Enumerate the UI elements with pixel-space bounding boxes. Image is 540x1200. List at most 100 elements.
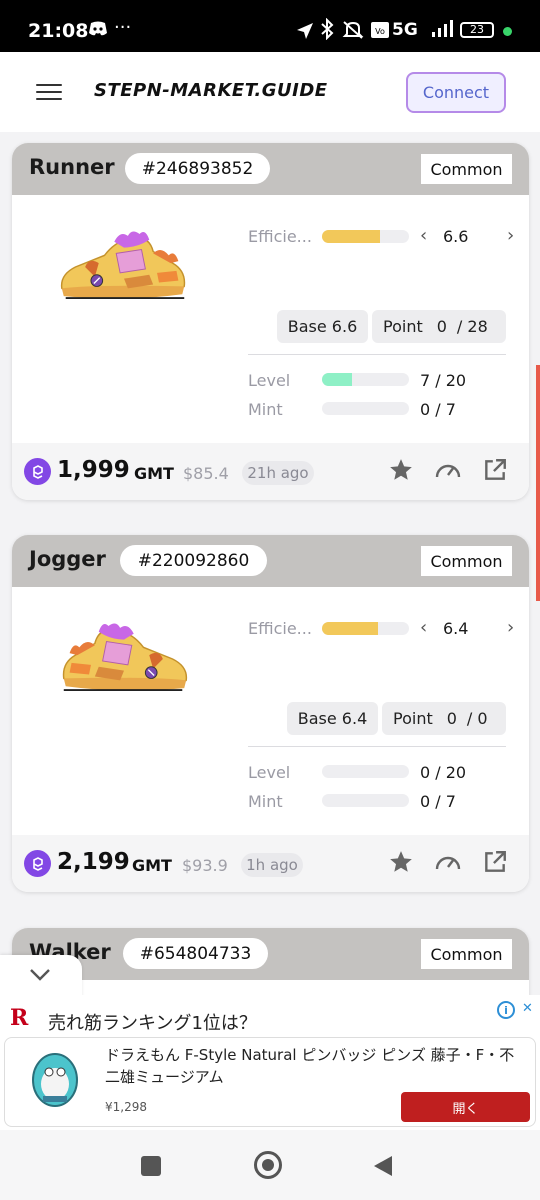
mint-value: 0 / 7 (420, 792, 456, 811)
prev-attribute-icon[interactable]: ‹ (420, 617, 427, 638)
network-label: 5G (392, 20, 418, 40)
point-label: Point (383, 317, 423, 336)
ad-price: ¥1,298 (105, 1100, 147, 1114)
level-value: 7 / 20 (420, 371, 467, 390)
level-label: Level (248, 371, 291, 390)
mint-bar (322, 402, 409, 415)
card-footer: 1,999 GMT $85.4 21h ago (12, 443, 529, 500)
rarity-badge: Common (421, 154, 512, 184)
rarity-badge: Common (421, 939, 512, 969)
level-bar (322, 765, 409, 778)
efficiency-label: Efficie... (248, 619, 312, 638)
external-link-icon[interactable] (482, 457, 508, 487)
status-dot-icon (503, 27, 512, 36)
product-image (32, 1053, 78, 1107)
price-unit: GMT (134, 464, 174, 483)
external-link-icon[interactable] (482, 849, 508, 879)
sneaker-type: Jogger (29, 547, 106, 571)
sneaker-id[interactable]: #654804733 (123, 938, 268, 969)
volte-icon: Vo (370, 21, 390, 43)
system-nav-bar (0, 1130, 540, 1200)
price-usd: $93.9 (182, 856, 228, 875)
base-chip: Base 6.4 (287, 702, 378, 735)
speedometer-icon[interactable] (434, 457, 462, 487)
sneaker-id[interactable]: #246893852 (125, 153, 270, 184)
polygon-icon (24, 458, 51, 485)
efficiency-bar-fill (322, 622, 378, 635)
efficiency-value: 6.6 (443, 227, 469, 246)
listed-ago: 21h ago (242, 461, 314, 485)
level-label: Level (248, 763, 291, 782)
polygon-icon (24, 850, 51, 877)
point-chip: Point 0 / 0 (382, 702, 506, 735)
connect-button[interactable]: Connect (406, 72, 506, 113)
next-attribute-icon[interactable]: › (507, 617, 514, 638)
level-bar-fill (322, 373, 353, 386)
mute-icon (342, 20, 364, 44)
recents-icon[interactable] (141, 1156, 161, 1176)
back-icon[interactable] (372, 1154, 394, 1178)
discord-icon (88, 21, 108, 41)
location-icon (296, 22, 314, 44)
more-dots-icon: ··· (114, 17, 132, 38)
next-attribute-icon[interactable]: › (507, 225, 514, 246)
svg-text:Vo: Vo (375, 27, 385, 36)
rarity-badge: Common (421, 546, 512, 576)
point-max: / 28 (456, 317, 488, 336)
chevron-down-icon[interactable] (28, 967, 52, 983)
sneaker-card[interactable]: Jogger #220092860 Common Efficie... ‹ 6.… (12, 535, 529, 892)
star-icon[interactable] (388, 849, 414, 879)
price-usd: $85.4 (183, 464, 229, 483)
close-icon[interactable]: ✕ (522, 1001, 533, 1016)
sneaker-id[interactable]: #220092860 (120, 545, 267, 576)
price-value: 2,199 (57, 849, 130, 875)
efficiency-bar (322, 230, 409, 243)
status-bar: 21:08 ··· Vo 5G 23 (0, 0, 540, 52)
card-footer: 2,199 GMT $93.9 1h ago (12, 835, 529, 892)
card-header: Walker #654804733 Common (12, 928, 529, 980)
star-icon[interactable] (388, 457, 414, 487)
info-icon[interactable]: i (497, 1001, 515, 1019)
efficiency-label: Efficie... (248, 227, 312, 246)
ad-banner[interactable]: R 売れ筋ランキング1位は？ i ✕ ドラえもん F-Style Natural… (0, 995, 540, 1130)
ad-product-card[interactable]: ドラえもん F-Style Natural ピンバッジ ピンズ 藤子・F・不二雄… (4, 1037, 536, 1127)
mint-label: Mint (248, 792, 283, 811)
efficiency-value: 6.4 (443, 619, 469, 638)
efficiency-bar (322, 622, 409, 635)
level-value: 0 / 20 (420, 763, 467, 782)
home-icon[interactable] (254, 1151, 282, 1179)
mint-value: 0 / 7 (420, 400, 456, 419)
ad-open-button[interactable]: 開く (401, 1092, 530, 1122)
sneaker-image[interactable] (56, 227, 192, 307)
divider (248, 746, 506, 747)
base-chip: Base 6.6 (277, 310, 368, 343)
bluetooth-icon (320, 17, 334, 44)
brand-logo[interactable]: STEPN-MARKET.GUIDE (94, 80, 328, 101)
price-unit: GMT (132, 856, 172, 875)
sneaker-card[interactable]: Runner #246893852 Common Efficie... ‹ 6.… (12, 143, 529, 500)
ad-product-title[interactable]: ドラえもん F-Style Natural ピンバッジ ピンズ 藤子・F・不二雄… (105, 1044, 525, 1088)
mint-label: Mint (248, 400, 283, 419)
sneaker-type: Runner (29, 155, 115, 179)
ad-headline[interactable]: 売れ筋ランキング1位は？ (48, 1009, 257, 1035)
point-max: / 0 (466, 709, 488, 728)
status-time: 21:08 (28, 20, 89, 42)
point-value: 0 (436, 317, 447, 336)
efficiency-bar-fill (322, 230, 381, 243)
ad-collapse-tab[interactable] (0, 955, 82, 999)
mint-bar (322, 794, 409, 807)
point-chip: Point 0 / 28 (372, 310, 506, 343)
scrollbar[interactable] (536, 365, 540, 601)
point-value: 0 (446, 709, 457, 728)
speedometer-icon[interactable] (434, 849, 462, 879)
battery-level: 23 (470, 23, 484, 36)
divider (248, 354, 506, 355)
card-header: Runner #246893852 Common (12, 143, 529, 195)
level-bar (322, 373, 409, 386)
sneaker-image[interactable] (56, 619, 192, 699)
listed-ago: 1h ago (241, 853, 303, 877)
hamburger-menu-icon[interactable] (36, 84, 62, 100)
prev-attribute-icon[interactable]: ‹ (420, 225, 427, 246)
battery-icon: 23 (460, 22, 494, 38)
point-label: Point (393, 709, 433, 728)
